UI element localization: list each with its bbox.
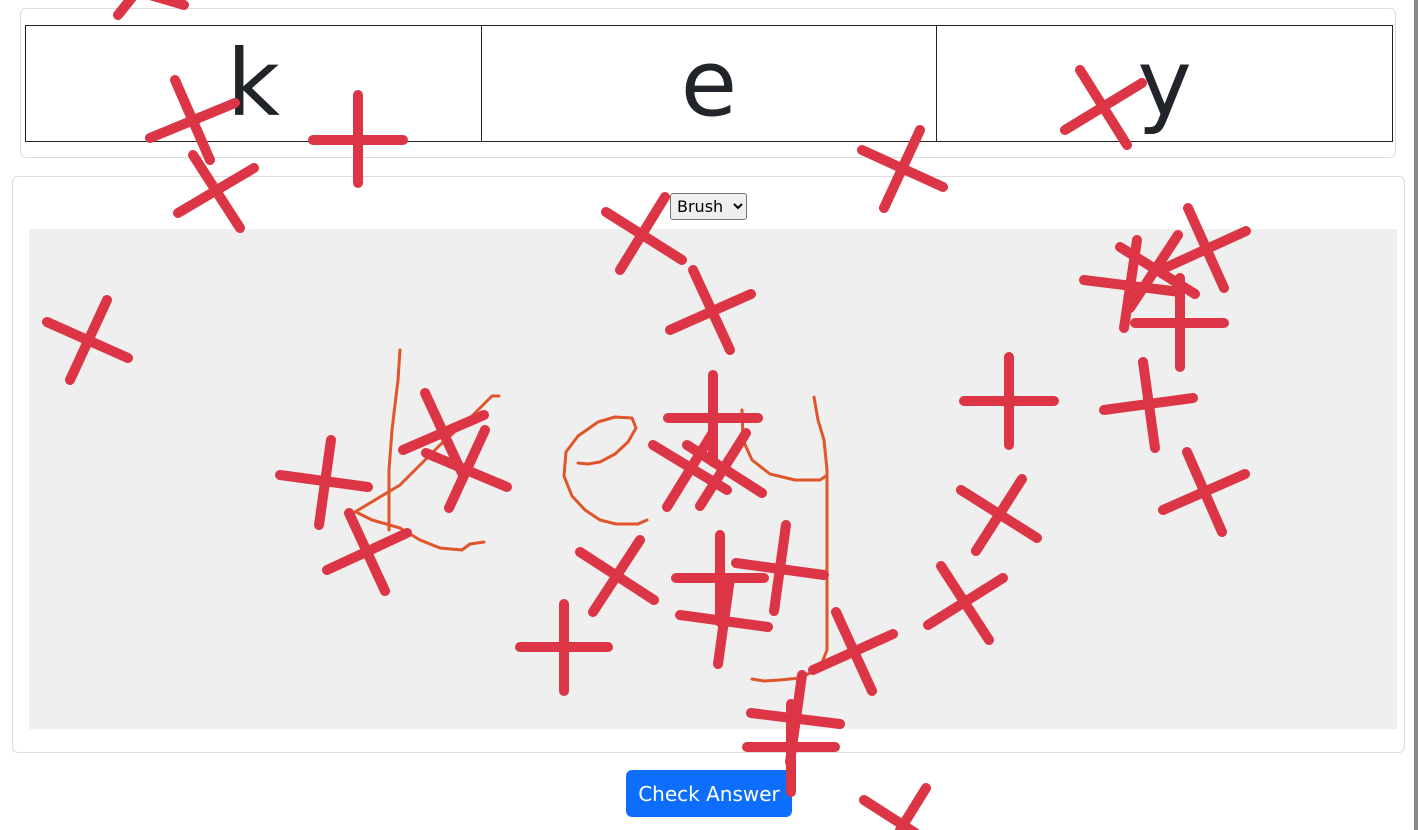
letter-cell-2: e <box>480 25 938 142</box>
tool-select[interactable]: Brush <box>670 193 747 220</box>
letter-card: k e y <box>20 8 1396 158</box>
letter-cell-1: k <box>25 25 482 142</box>
letter-cell-3: y <box>936 25 1393 142</box>
drawing-canvas[interactable] <box>29 229 1397 729</box>
page-scrollbar[interactable] <box>1414 0 1418 830</box>
letter-table: k e y <box>25 25 1393 142</box>
letter-row: k e y <box>25 25 1393 142</box>
check-answer-button[interactable]: Check Answer <box>626 770 792 817</box>
x-mark <box>859 783 931 830</box>
